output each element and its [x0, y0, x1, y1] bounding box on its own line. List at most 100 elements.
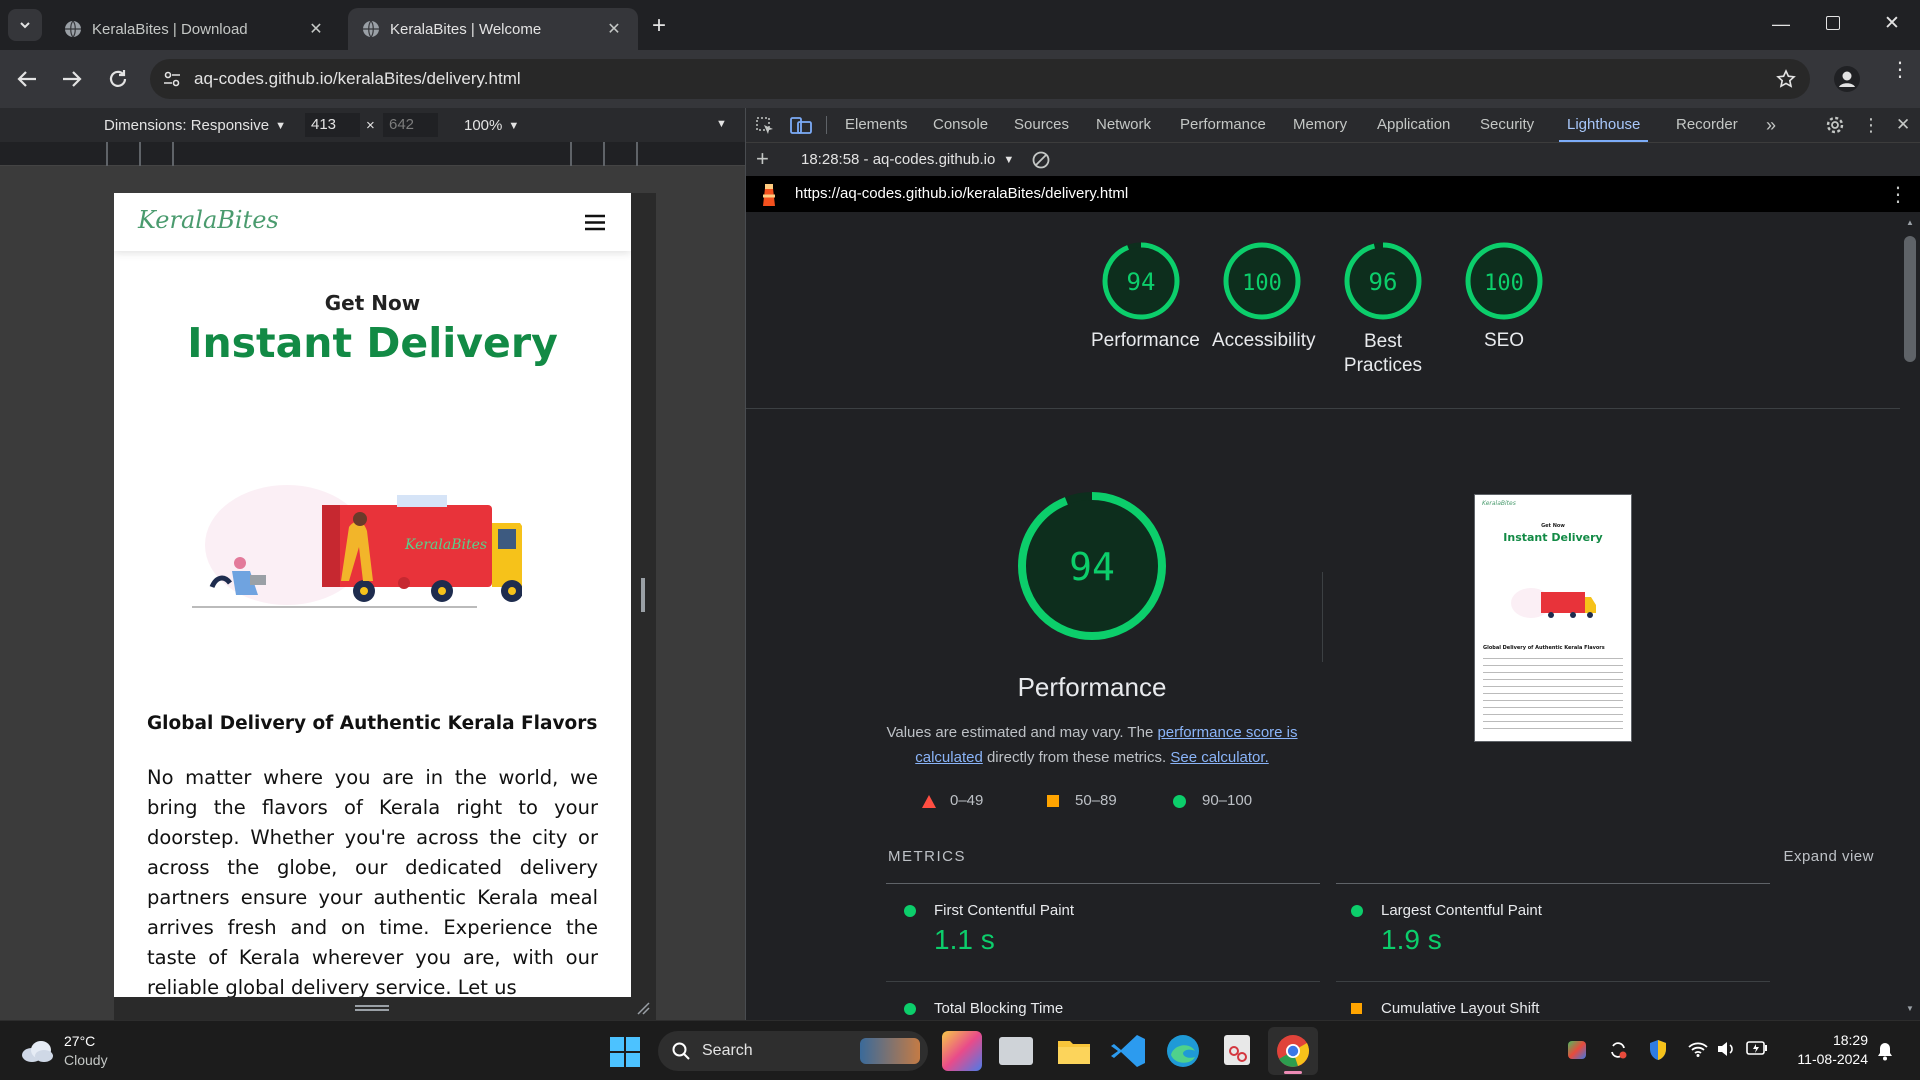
legend-average: 50–89 — [1075, 792, 1117, 809]
address-bar[interactable]: aq-codes.github.io/keralaBites/delivery.… — [150, 59, 1810, 99]
report-menu-icon[interactable]: ⋮ — [1888, 182, 1908, 207]
volume-icon[interactable] — [1716, 1040, 1736, 1058]
close-tab-icon[interactable]: ✕ — [306, 19, 326, 39]
copilot-app-icon[interactable] — [942, 1031, 982, 1071]
battery-icon[interactable] — [1746, 1041, 1768, 1055]
tab-lighthouse[interactable]: Lighthouse — [1559, 108, 1649, 142]
page-screenshot-thumbnail[interactable]: KeralaBites Get Now Instant Delivery Glo… — [1474, 494, 1632, 742]
snipping-tool-icon[interactable] — [1218, 1031, 1258, 1071]
resize-handle-right[interactable] — [641, 578, 645, 612]
chrome-menu-icon[interactable]: ⋮ — [1890, 60, 1910, 80]
clock-time[interactable]: 18:29 — [1816, 1032, 1868, 1048]
new-report-icon[interactable]: + — [756, 146, 769, 172]
report-url[interactable]: https://aq-codes.github.io/keralaBites/d… — [795, 185, 1128, 202]
metrics-top-rule — [886, 883, 1320, 884]
close-tab-icon[interactable]: ✕ — [604, 19, 624, 39]
inspect-element-icon[interactable] — [756, 117, 774, 135]
browser-tab[interactable]: KeralaBites | Download ✕ — [50, 8, 340, 50]
close-devtools-icon[interactable]: ✕ — [1896, 108, 1910, 142]
task-view-icon[interactable] — [999, 1037, 1033, 1065]
more-tabs-icon[interactable]: » — [1766, 108, 1776, 142]
tab-application[interactable]: Application — [1377, 108, 1450, 142]
score-description: Values are estimated and may vary. The p… — [886, 724, 1298, 766]
hero-title: Instant Delivery — [187, 319, 558, 367]
resize-handle-bottom[interactable] — [355, 1005, 389, 1011]
windows-start-icon[interactable] — [610, 1037, 640, 1067]
restore-button[interactable] — [1826, 16, 1840, 30]
chrome-taskbar-slot[interactable] — [1268, 1027, 1318, 1075]
tab-title: KeralaBites | Welcome — [390, 20, 542, 38]
metric-item: Largest Contentful Paint 1.9 s — [1351, 902, 1751, 962]
tab-search-button[interactable] — [8, 9, 42, 41]
report-scrollbar[interactable]: ▲ ▼ — [1900, 212, 1920, 1020]
tab-recorder[interactable]: Recorder — [1676, 108, 1738, 142]
edge-icon[interactable] — [1163, 1031, 1203, 1071]
score-gauge[interactable]: 94 Performance — [1091, 240, 1200, 352]
minimize-button[interactable]: — — [1772, 14, 1790, 35]
score-gauge[interactable]: 100 SEO — [1454, 240, 1554, 352]
tab-network[interactable]: Network — [1096, 108, 1151, 142]
settings-gear-icon[interactable] — [1826, 116, 1844, 134]
score-gauge[interactable]: 100 Accessibility — [1212, 240, 1315, 352]
score-gauge[interactable]: 96 Best Practices — [1328, 240, 1438, 378]
tab-console[interactable]: Console — [933, 108, 988, 142]
security-shield-icon[interactable] — [1648, 1039, 1668, 1061]
tray-app-icon[interactable] — [1568, 1041, 1586, 1059]
viewport-width-input[interactable]: 413 — [305, 113, 360, 137]
hamburger-menu-icon[interactable] — [584, 214, 606, 231]
clear-reports-icon[interactable] — [1032, 151, 1050, 169]
thumb-section: Global Delivery of Authentic Kerala Flav… — [1483, 645, 1605, 651]
taskbar-search[interactable]: Search — [658, 1031, 928, 1071]
report-select[interactable]: 18:28:58 - aq-codes.github.io ▼ — [801, 151, 1014, 168]
file-explorer-icon[interactable] — [1054, 1031, 1094, 1071]
tab-memory[interactable]: Memory — [1293, 108, 1347, 142]
browser-tab-active[interactable]: KeralaBites | Welcome ✕ — [348, 8, 638, 50]
main-gauge-ring: 94 — [1018, 492, 1166, 640]
weather-widget[interactable]: 27°C Cloudy — [20, 1031, 130, 1071]
scroll-down-icon[interactable]: ▼ — [1906, 1004, 1914, 1013]
bookmark-star-icon[interactable] — [1776, 69, 1796, 89]
wifi-icon[interactable] — [1688, 1041, 1708, 1057]
legend-fail: 0–49 — [950, 792, 984, 809]
site-logo[interactable]: KeralaBites — [138, 206, 279, 234]
expand-view-toggle[interactable]: Expand view — [1746, 848, 1874, 865]
new-tab-button[interactable]: + — [652, 12, 666, 40]
vscode-icon[interactable] — [1109, 1031, 1149, 1071]
device-toggle-icon[interactable] — [790, 116, 812, 135]
device-options-icon[interactable]: ▼ — [716, 118, 727, 130]
dropdown-arrow-icon: ▼ — [275, 120, 286, 132]
sync-icon[interactable] — [1608, 1040, 1628, 1060]
tab-performance[interactable]: Performance — [1180, 108, 1266, 142]
clock-date[interactable]: 11-08-2024 — [1784, 1051, 1868, 1067]
lighthouse-report: 94 Performance 100 Accessibility 96 Best… — [746, 212, 1900, 1020]
forward-icon[interactable] — [61, 69, 83, 89]
device-toolbar: Dimensions: Responsive ▼ 413 × 642 100% … — [0, 108, 745, 142]
devtools-menu-icon[interactable]: ⋮ — [1862, 108, 1880, 142]
close-window-button[interactable]: ✕ — [1884, 12, 1900, 35]
score-legend: 0–49 50–89 90–100 — [922, 792, 1302, 814]
metric-item: First Contentful Paint 1.1 s — [904, 902, 1304, 962]
tab-sources[interactable]: Sources — [1014, 108, 1069, 142]
main-gauge-label: Performance — [1017, 672, 1167, 702]
scroll-thumb[interactable] — [1904, 236, 1916, 362]
see-calculator-link[interactable]: See calculator. — [1170, 749, 1268, 766]
lighthouse-toolbar: + 18:28:58 - aq-codes.github.io ▼ — [746, 142, 1920, 176]
chrome-icon — [1277, 1035, 1310, 1067]
thumb-title: Instant Delivery — [1503, 531, 1603, 544]
resize-gutter-bottom — [114, 997, 656, 1020]
thumb-truck-image — [1511, 588, 1596, 618]
dropdown-arrow-icon: ▼ — [1003, 154, 1015, 166]
reload-icon[interactable] — [107, 68, 129, 90]
main-performance-gauge[interactable]: 94 — [1016, 490, 1168, 642]
back-icon[interactable] — [16, 69, 38, 89]
resize-corner-icon[interactable] — [636, 1001, 650, 1015]
tab-elements[interactable]: Elements — [845, 108, 908, 142]
scroll-up-icon[interactable]: ▲ — [1906, 218, 1914, 227]
tab-security[interactable]: Security — [1480, 108, 1534, 142]
site-info-icon[interactable] — [162, 69, 182, 89]
zoom-select[interactable]: 100% ▼ — [464, 117, 519, 134]
profile-avatar-icon[interactable] — [1834, 66, 1860, 92]
dimensions-select[interactable]: Dimensions: Responsive ▼ — [104, 117, 286, 134]
notification-bell-icon[interactable] — [1876, 1041, 1894, 1061]
viewport-height-input[interactable]: 642 — [383, 113, 438, 137]
